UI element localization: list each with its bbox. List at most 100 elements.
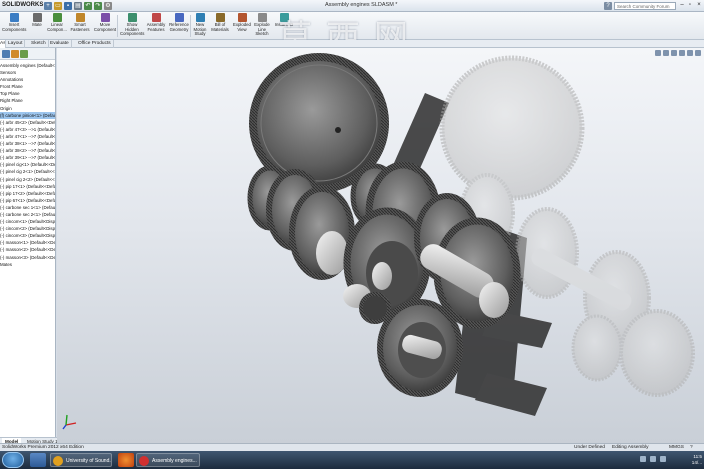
options-gear-icon[interactable]: ⚙ xyxy=(104,2,112,10)
feature-tree-item[interactable]: Annotations xyxy=(0,76,55,83)
feature-tree-item[interactable]: (-) arbr 45<2> (Default<<Def xyxy=(0,119,55,126)
section-view-icon[interactable] xyxy=(671,50,677,56)
explode-line-button[interactable]: Explode Line Sketch xyxy=(254,13,270,39)
feature-tree-item[interactable]: (-) pip 17<2> (Default<<Defa xyxy=(0,190,55,197)
file-explorer-icon[interactable] xyxy=(30,453,46,467)
undo-icon[interactable]: ↶ xyxy=(84,2,92,10)
ribbon-button-label: Exploded View xyxy=(233,22,251,32)
minimize-button[interactable]: – xyxy=(678,1,686,10)
feature-tree-item[interactable]: (-) masson<3> (Default<<Def xyxy=(0,254,55,261)
tab-office-products[interactable]: Office Products xyxy=(76,40,114,48)
feature-tree-item[interactable]: Origin xyxy=(0,105,55,112)
clock-date: 14/... xyxy=(691,460,702,465)
explode-line-icon xyxy=(257,13,267,22)
redo-icon[interactable]: ↷ xyxy=(94,2,102,10)
graphics-viewport[interactable] xyxy=(57,48,704,443)
ribbon-button-label: Smart Fasteners xyxy=(70,22,90,32)
close-button[interactable]: × xyxy=(695,1,703,10)
linear-pattern-button[interactable]: Linear Compon... xyxy=(47,13,67,39)
system-tray: 11:5 14/... xyxy=(620,454,704,466)
tab-evaluate[interactable]: Evaluate xyxy=(48,40,72,48)
clock[interactable]: 11:5 14/... xyxy=(686,454,702,466)
start-button[interactable] xyxy=(2,452,24,468)
ribbon-button-label: Explode Line Sketch xyxy=(254,22,270,37)
search-input[interactable]: Search Community Forum xyxy=(614,2,676,10)
tab-layout[interactable]: Layout xyxy=(6,40,26,48)
display-style-icon[interactable] xyxy=(687,50,693,56)
command-manager-tabs: AssemblyLayoutSketchEvaluateOffice Produ… xyxy=(0,40,704,48)
feature-manager-toolbar xyxy=(0,48,55,60)
feature-tree-icon[interactable] xyxy=(2,50,10,58)
reference-geometry-button[interactable]: Reference Geometry xyxy=(168,13,190,39)
feature-tree-item[interactable]: (-) pinel cig 2<2> (Default<<Dis xyxy=(0,176,55,183)
feature-tree-item[interactable]: (-) carbone sec 2<1> (Default xyxy=(0,211,55,218)
motion-study-button[interactable]: New Motion Study xyxy=(191,13,209,39)
zoom-to-fit-icon[interactable] xyxy=(655,50,661,56)
feature-tree-item[interactable]: (-) cincom<2> (Default<Disp xyxy=(0,225,55,232)
print-icon[interactable]: ▤ xyxy=(74,2,82,10)
feature-tree-item[interactable]: Top Plane xyxy=(0,90,55,97)
feature-tree-item[interactable]: Assembly engines (Default<Dis xyxy=(0,62,55,69)
feature-tree-item[interactable]: (-) arbr 38<2> -->7 (Default<<Def xyxy=(0,147,55,154)
property-manager-icon[interactable] xyxy=(11,50,19,58)
browser-icon xyxy=(53,456,63,466)
exploded-view-button[interactable]: Exploded View xyxy=(231,13,253,39)
bom-button[interactable]: Bill of Materials xyxy=(211,13,229,39)
status-bar: SolidWorks Premium 2012 x64 Edition Unde… xyxy=(0,443,704,451)
heads-up-view-toolbar xyxy=(655,50,701,58)
feature-tree-item[interactable]: (-) arbr 47<1> -->7 (Default<<Def xyxy=(0,133,55,140)
feature-tree-item[interactable]: (-) cincom<3> (Default<Disp xyxy=(0,232,55,239)
scene-icon[interactable] xyxy=(695,50,701,56)
feature-tree-item[interactable]: (-) carbone sec 1<1> (Default xyxy=(0,204,55,211)
zoom-area-icon[interactable] xyxy=(663,50,669,56)
show-hidden-icon xyxy=(127,13,137,22)
feature-tree-item[interactable]: (-) pinel cig 2<1> (Default<<Dis xyxy=(0,168,55,175)
exploded-view-icon xyxy=(237,13,247,22)
network-icon[interactable] xyxy=(640,456,646,462)
open-folder-icon[interactable]: ▭ xyxy=(54,2,62,10)
help-menu-icon[interactable]: ? xyxy=(604,2,612,10)
feature-tree-item[interactable]: (-) masson<2> (Default<<Def xyxy=(0,246,55,253)
taskbar-item[interactable]: University of Sound... xyxy=(50,453,112,467)
ribbon-button-label: Move Component xyxy=(93,22,117,32)
feature-tree-item[interactable]: (f) carbone pinion<1> (Default xyxy=(0,111,55,119)
smart-fasteners-icon xyxy=(75,13,85,22)
move-component-icon xyxy=(100,13,110,22)
assembly-features-button[interactable]: Assembly Features xyxy=(146,13,166,39)
firefox-icon[interactable] xyxy=(118,453,134,467)
feature-tree-item[interactable]: (-) arbr 47<3> -->1 (Default<<Def xyxy=(0,126,55,133)
save-icon[interactable]: ▪ xyxy=(64,2,72,10)
volume-icon[interactable] xyxy=(650,456,656,462)
tab-sketch[interactable]: Sketch xyxy=(29,40,49,48)
move-component-button[interactable]: Move Component xyxy=(93,13,117,39)
flag-icon[interactable] xyxy=(660,456,666,462)
feature-tree-item[interactable]: (-) masson<1> (Default<<Def xyxy=(0,239,55,246)
insert-components-button[interactable]: Insert Components xyxy=(2,13,26,39)
feature-tree-item[interactable]: (-) arbr 39<1> -->7 (Default<<Def xyxy=(0,154,55,161)
maximize-button[interactable]: ▫ xyxy=(686,1,694,10)
instant3d-button[interactable]: Instant3D xyxy=(272,13,296,39)
motion-study-icon xyxy=(195,13,205,22)
windows-taskbar: University of Sound... Assembly engines..… xyxy=(0,451,704,469)
feature-tree: Assembly engines (Default<Dis Sensors Anno… xyxy=(0,62,55,268)
mate-button[interactable]: Mate xyxy=(28,13,46,39)
feature-tree-item[interactable]: Mates xyxy=(0,261,55,268)
reference-geometry-icon xyxy=(174,13,184,22)
feature-tree-item[interactable]: (-) pip 67<1> (Default<<Defa xyxy=(0,197,55,204)
feature-tree-item[interactable]: Right Plane xyxy=(0,97,55,104)
assembly-features-icon xyxy=(151,13,161,22)
feature-tree-item[interactable]: Sensors xyxy=(0,69,55,76)
view-orientation-icon[interactable] xyxy=(679,50,685,56)
smart-fasteners-button[interactable]: Smart Fasteners xyxy=(69,13,91,39)
ribbon-button-label: Assembly Features xyxy=(146,22,166,32)
feature-tree-item[interactable]: (-) cincom<1> (Default<Disp xyxy=(0,218,55,225)
ribbon-separator xyxy=(190,15,191,37)
feature-tree-item[interactable]: (-) pip 17<1> (Default<<Defa xyxy=(0,183,55,190)
feature-tree-item[interactable]: (-) pinel cig<1> (Default<<Def xyxy=(0,161,55,168)
taskbar-item[interactable]: Assembly engines... xyxy=(136,453,200,467)
new-document-icon[interactable]: + xyxy=(44,2,52,10)
feature-tree-item[interactable]: (-) arbr 38<1> -->7 (Default<<Def xyxy=(0,140,55,147)
feature-tree-item[interactable]: Front Plane xyxy=(0,83,55,90)
show-hidden-button[interactable]: Show Hidden Components xyxy=(120,13,144,39)
configuration-manager-icon[interactable] xyxy=(20,50,28,58)
